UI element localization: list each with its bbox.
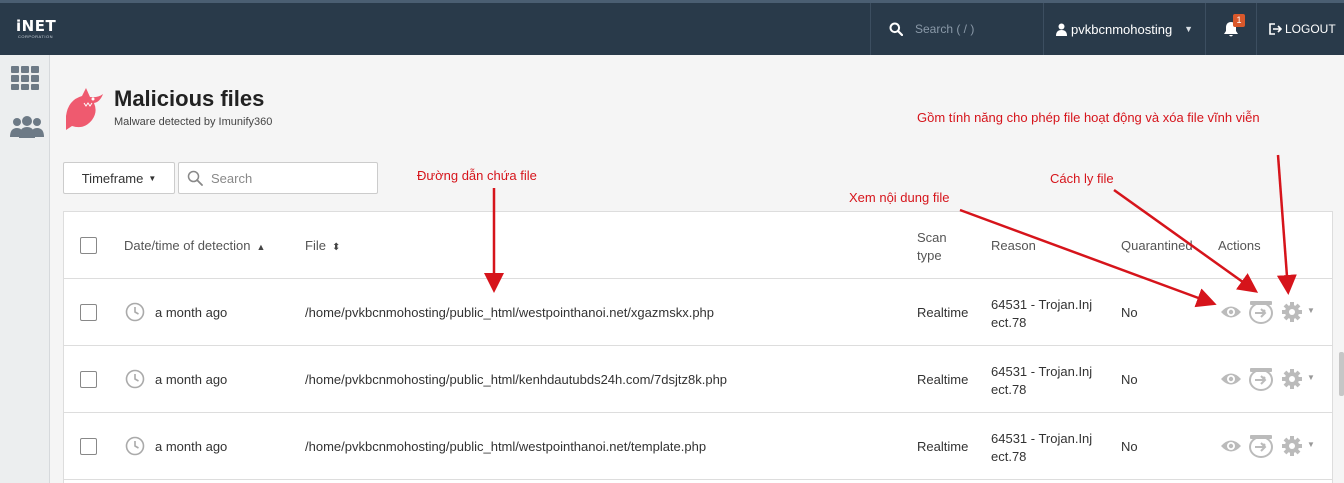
quarantined-status: No	[1121, 439, 1138, 454]
notification-badge: 1	[1233, 14, 1245, 27]
reason: 64531 - Trojan.Inj ect.78	[991, 431, 1093, 464]
table-row: a month ago /home/pvkbcnmohosting/public…	[64, 346, 1332, 413]
table-search[interactable]	[178, 162, 378, 194]
user-icon	[1056, 23, 1067, 36]
column-header-scan-type: Scan type	[917, 230, 947, 263]
caret-down-icon[interactable]: ▼	[1307, 306, 1315, 315]
reason: 64531 - Trojan.Inj ect.78	[991, 364, 1093, 397]
timeframe-dropdown[interactable]: Timeframe ▼	[63, 162, 175, 194]
scrollbar-thumb[interactable]	[1339, 352, 1344, 396]
file-path: /home/pvkbcnmohosting/public_html/westpo…	[305, 305, 715, 320]
notifications-button[interactable]: 1	[1206, 3, 1256, 55]
column-header-file[interactable]: File ⬍	[305, 238, 340, 253]
logo-subtitle: CORPORATION	[18, 34, 53, 39]
malicious-files-table: Date/time of detection ▲ File ⬍ Scan type R…	[63, 211, 1333, 483]
logo[interactable]: iNET	[16, 17, 56, 35]
chevron-down-icon: ▼	[1184, 24, 1194, 34]
logout-button[interactable]: LOGOUT	[1257, 3, 1344, 55]
detection-time: a month ago	[155, 372, 228, 387]
top-navigation-bar: iNET CORPORATION Search ( / ) pvkbcnmoho…	[0, 0, 1344, 55]
column-header-quarantined: Quarantined	[1121, 238, 1193, 253]
quarantine-icon[interactable]	[1248, 300, 1274, 324]
search-icon	[187, 170, 203, 186]
quarantine-icon[interactable]	[1248, 434, 1274, 458]
timeframe-label: Timeframe	[81, 170, 144, 186]
scan-type: Realtime	[917, 372, 969, 387]
row-checkbox[interactable]	[80, 438, 97, 455]
quarantined-status: No	[1121, 372, 1138, 387]
annotation-file-path: Đường dẫn chứa file	[417, 168, 537, 183]
logout-icon	[1269, 23, 1282, 35]
shark-icon	[66, 88, 103, 130]
column-header-actions: Actions	[1218, 238, 1261, 253]
row-checkbox[interactable]	[80, 304, 97, 321]
detection-time: a month ago	[155, 439, 228, 454]
username: pvkbcnmohosting	[1071, 21, 1173, 37]
clock-icon	[125, 369, 145, 389]
table-header: Date/time of detection ▲ File ⬍ Scan type R…	[64, 212, 1332, 279]
search-input[interactable]	[211, 170, 371, 186]
caret-down-icon[interactable]: ▼	[1307, 373, 1315, 382]
sidebar	[0, 55, 50, 483]
eye-icon[interactable]	[1220, 371, 1242, 387]
page-title: Malicious files	[114, 86, 265, 111]
logout-label: LOGOUT	[1285, 22, 1336, 36]
global-search[interactable]: Search ( / )	[871, 3, 1043, 55]
apps-grid-icon[interactable]	[10, 65, 40, 91]
column-header-reason: Reason	[991, 238, 1036, 253]
clock-icon	[125, 302, 145, 322]
column-header-date[interactable]: Date/time of detection ▲	[124, 238, 265, 253]
user-menu[interactable]: pvkbcnmohosting ▼	[1044, 3, 1205, 55]
clock-icon	[125, 436, 145, 456]
gear-icon[interactable]	[1281, 368, 1303, 390]
gear-icon[interactable]	[1281, 435, 1303, 457]
file-path: /home/pvkbcnmohosting/public_html/westpo…	[305, 439, 707, 454]
eye-icon[interactable]	[1220, 304, 1242, 320]
detection-time: a month ago	[155, 305, 228, 320]
global-search-placeholder: Search ( / )	[915, 22, 975, 36]
select-all-checkbox[interactable]	[80, 237, 97, 254]
page-subtitle: Malware detected by Imunify360	[114, 116, 273, 128]
search-icon	[889, 22, 903, 36]
users-group-icon[interactable]	[10, 115, 44, 139]
row-checkbox[interactable]	[80, 371, 97, 388]
table-row: a month ago /home/pvkbcnmohosting/public…	[64, 279, 1332, 346]
file-path: /home/pvkbcnmohosting/public_html/kenhda…	[305, 372, 728, 387]
sort-asc-icon: ▲	[256, 242, 266, 252]
annotation-view-content: Xem nội dung file	[849, 190, 950, 205]
quarantined-status: No	[1121, 305, 1138, 320]
quarantine-icon[interactable]	[1248, 367, 1274, 391]
annotation-quarantine: Cách ly file	[1050, 171, 1114, 186]
caret-down-icon[interactable]: ▼	[1307, 440, 1315, 449]
table-row: a month ago /home/pvkbcnmohosting/public…	[64, 413, 1332, 480]
gear-icon[interactable]	[1281, 301, 1303, 323]
scan-type: Realtime	[917, 305, 969, 320]
eye-icon[interactable]	[1220, 438, 1242, 454]
reason: 64531 - Trojan.Inj ect.78	[991, 297, 1093, 330]
annotation-actions-menu: Gồm tính năng cho phép file hoạt động và…	[917, 110, 1260, 125]
scan-type: Realtime	[917, 439, 969, 454]
sort-icon: ⬍	[331, 242, 341, 253]
caret-down-icon: ▼	[148, 173, 157, 183]
